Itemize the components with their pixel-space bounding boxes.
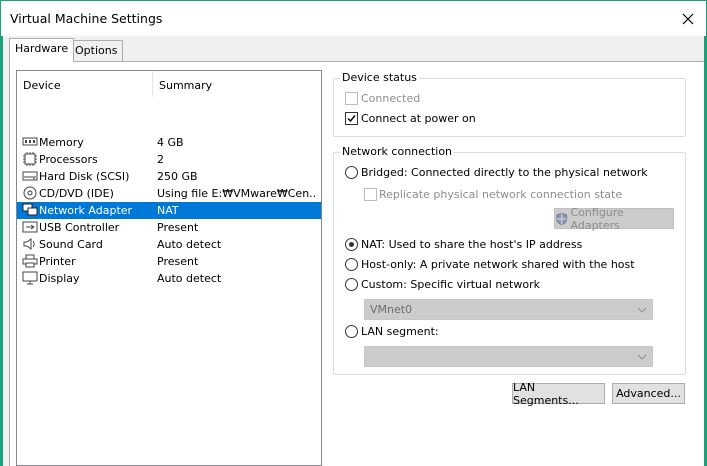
device-summary: Auto detect — [157, 238, 222, 251]
connected-checkbox[interactable] — [345, 92, 358, 105]
bridged-radio[interactable] — [345, 166, 358, 179]
tab-hardware[interactable]: Hardware — [9, 38, 75, 62]
host-only-radio[interactable] — [345, 258, 358, 271]
printer-icon — [22, 254, 38, 268]
checkmark-icon — [347, 115, 356, 123]
host-only-label: Host-only: A private network shared with… — [361, 258, 635, 271]
nat-label: NAT: Used to share the host's IP address — [361, 238, 583, 251]
network-connection-group: Network connection Bridged: Connected di… — [333, 145, 686, 375]
cd-dvd-icon — [23, 186, 37, 200]
connect-at-power-on-label: Connect at power on — [361, 112, 476, 125]
chevron-down-icon — [637, 307, 647, 313]
usb-icon — [22, 221, 38, 233]
device-name: Network Adapter — [39, 204, 133, 217]
device-summary: 2 — [157, 153, 164, 166]
device-summary: Auto detect — [157, 272, 222, 285]
chevron-down-icon — [637, 354, 647, 360]
device-row-network-adapter[interactable]: Network Adapter NAT — [17, 202, 321, 219]
device-summary: Present — [157, 255, 199, 268]
hard-disk-icon — [22, 171, 38, 181]
device-row-cd-dvd[interactable]: CD/DVD (IDE) Using file E:₩VMware₩Cen... — [17, 185, 321, 202]
device-summary: 250 GB — [157, 170, 198, 183]
connected-label: Connected — [361, 92, 421, 105]
device-row-memory[interactable]: Memory 4 GB — [17, 134, 321, 151]
dialog-client-area: Hardware Options Device Summary Memory 4… — [3, 36, 704, 466]
device-name: Memory — [39, 136, 84, 149]
column-header-summary[interactable]: Summary — [153, 71, 321, 97]
configure-adapters-label: Configure Adapters — [570, 205, 624, 232]
device-row-display[interactable]: Display Auto detect — [17, 270, 321, 287]
device-row-processors[interactable]: Processors 2 — [17, 151, 321, 168]
device-name: Hard Disk (SCSI) — [39, 170, 130, 183]
device-name: CD/DVD (IDE) — [39, 187, 114, 200]
shield-icon — [556, 212, 568, 225]
device-name: USB Controller — [39, 221, 120, 234]
device-status-title: Device status — [340, 71, 419, 84]
bridged-label: Bridged: Connected directly to the physi… — [361, 166, 648, 179]
display-icon — [22, 271, 38, 285]
radio-selected-dot — [349, 242, 354, 247]
lan-segments-button[interactable]: LAN Segments... — [512, 381, 605, 407]
custom-label: Custom: Specific virtual network — [361, 278, 540, 291]
device-row-hard-disk[interactable]: Hard Disk (SCSI) 250 GB — [17, 168, 321, 185]
speaker-icon — [23, 238, 35, 250]
custom-network-select[interactable]: VMnet0 — [364, 299, 653, 320]
device-name: Sound Card — [39, 238, 103, 251]
device-status-group: Device status Connected Connect at power… — [333, 71, 686, 137]
lan-segment-label: LAN segment: — [361, 325, 439, 338]
configure-adapters-button[interactable]: Configure Adapters — [554, 205, 674, 232]
processor-icon — [23, 152, 37, 166]
title-bar: Virtual Machine Settings — [0, 0, 707, 36]
replicate-state-checkbox[interactable] — [364, 188, 377, 201]
column-header-device[interactable]: Device — [17, 71, 153, 97]
window-title: Virtual Machine Settings — [10, 11, 163, 26]
device-summary: Using file E:₩VMware₩Cen... — [157, 187, 317, 200]
device-summary: Present — [157, 221, 199, 234]
close-button[interactable] — [676, 7, 700, 31]
connect-at-power-on-checkbox[interactable] — [345, 112, 358, 125]
device-name: Printer — [39, 255, 76, 268]
lan-segment-select[interactable] — [364, 346, 653, 367]
network-adapter-icon — [22, 203, 38, 216]
custom-radio[interactable] — [345, 278, 358, 291]
replicate-state-label: Replicate physical network connection st… — [379, 188, 623, 201]
device-summary: NAT — [157, 204, 179, 217]
network-connection-title: Network connection — [340, 145, 455, 158]
device-name: Processors — [39, 153, 98, 166]
lan-segment-radio[interactable] — [345, 325, 358, 338]
close-icon — [682, 13, 694, 25]
device-row-sound-card[interactable]: Sound Card Auto detect — [17, 236, 321, 253]
nat-radio[interactable] — [345, 238, 358, 251]
device-row-printer[interactable]: Printer Present — [17, 253, 321, 270]
device-summary: 4 GB — [157, 136, 184, 149]
device-list[interactable]: Device Summary Memory 4 GB Processors 2 … — [16, 70, 322, 466]
tab-options[interactable]: Options — [69, 40, 124, 61]
device-name: Display — [39, 272, 80, 285]
device-row-usb-controller[interactable]: USB Controller Present — [17, 219, 321, 236]
custom-network-value: VMnet0 — [370, 303, 413, 316]
advanced-button[interactable]: Advanced... — [612, 383, 685, 404]
memory-icon — [22, 137, 38, 146]
